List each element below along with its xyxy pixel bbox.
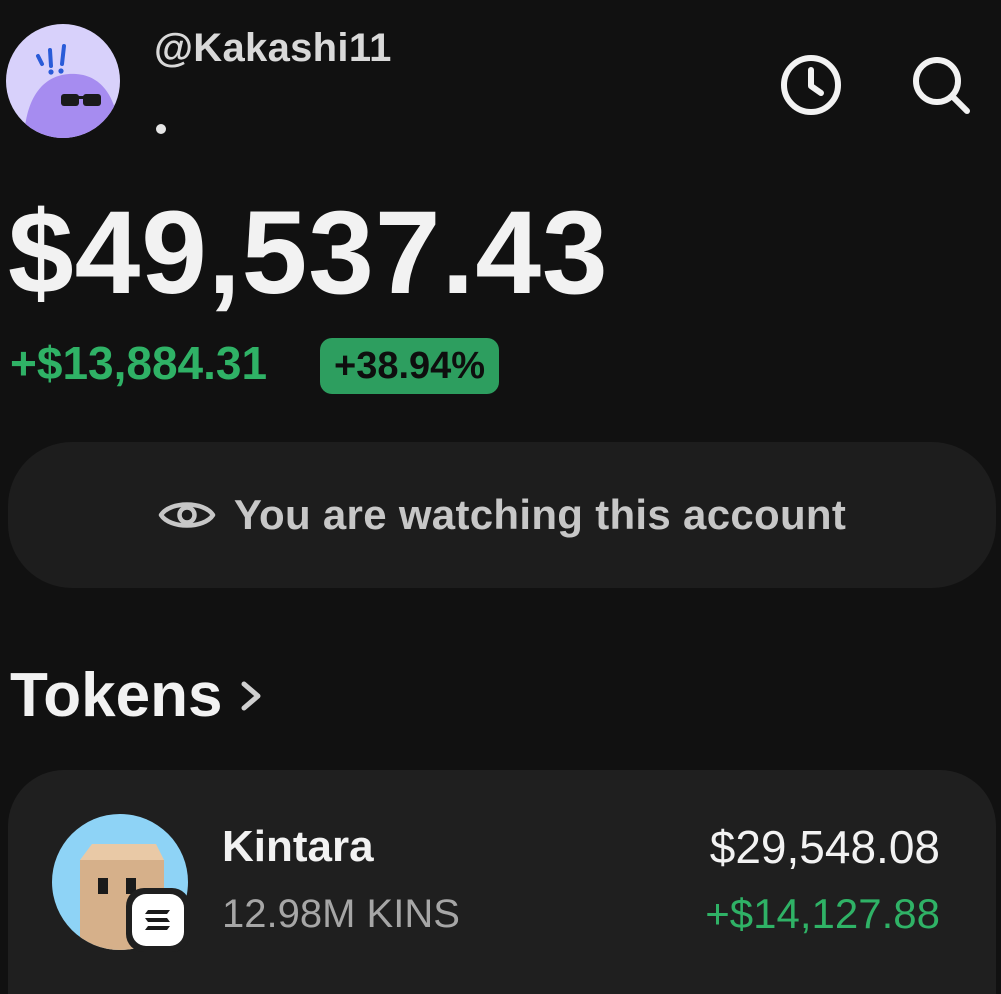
tokens-section-title: Tokens xyxy=(10,661,223,730)
avatar-illustration xyxy=(24,44,120,138)
history-button[interactable] xyxy=(776,50,846,120)
search-button[interactable] xyxy=(906,50,976,120)
chain-badge xyxy=(126,888,190,952)
username: @Kakashi11 xyxy=(154,26,392,70)
eye-icon xyxy=(158,502,216,528)
clock-icon xyxy=(781,55,841,115)
watching-account-banner: You are watching this account xyxy=(8,442,996,588)
status-dot xyxy=(156,124,166,134)
token-value: $29,548.08 xyxy=(709,821,940,873)
tokens-section-link[interactable]: Tokens xyxy=(10,660,266,731)
token-amount: 12.98M KINS xyxy=(222,892,460,936)
token-row-kintara[interactable]: Kintara 12.98M KINS $29,548.08 +$14,127.… xyxy=(8,770,996,994)
token-change: +$14,127.88 xyxy=(705,890,940,937)
avatar[interactable] xyxy=(6,24,120,138)
search-icon xyxy=(913,57,970,114)
token-logo xyxy=(52,814,190,952)
watching-account-text: You are watching this account xyxy=(233,491,847,538)
balance-change-percent-badge: +38.94% xyxy=(320,338,500,394)
balance-change-amount: +$13,884.31 xyxy=(10,337,268,389)
token-name: Kintara xyxy=(222,822,374,871)
total-balance: $49,537.43 xyxy=(8,187,609,319)
solana-icon xyxy=(145,910,170,930)
chevron-right-icon xyxy=(241,681,261,710)
